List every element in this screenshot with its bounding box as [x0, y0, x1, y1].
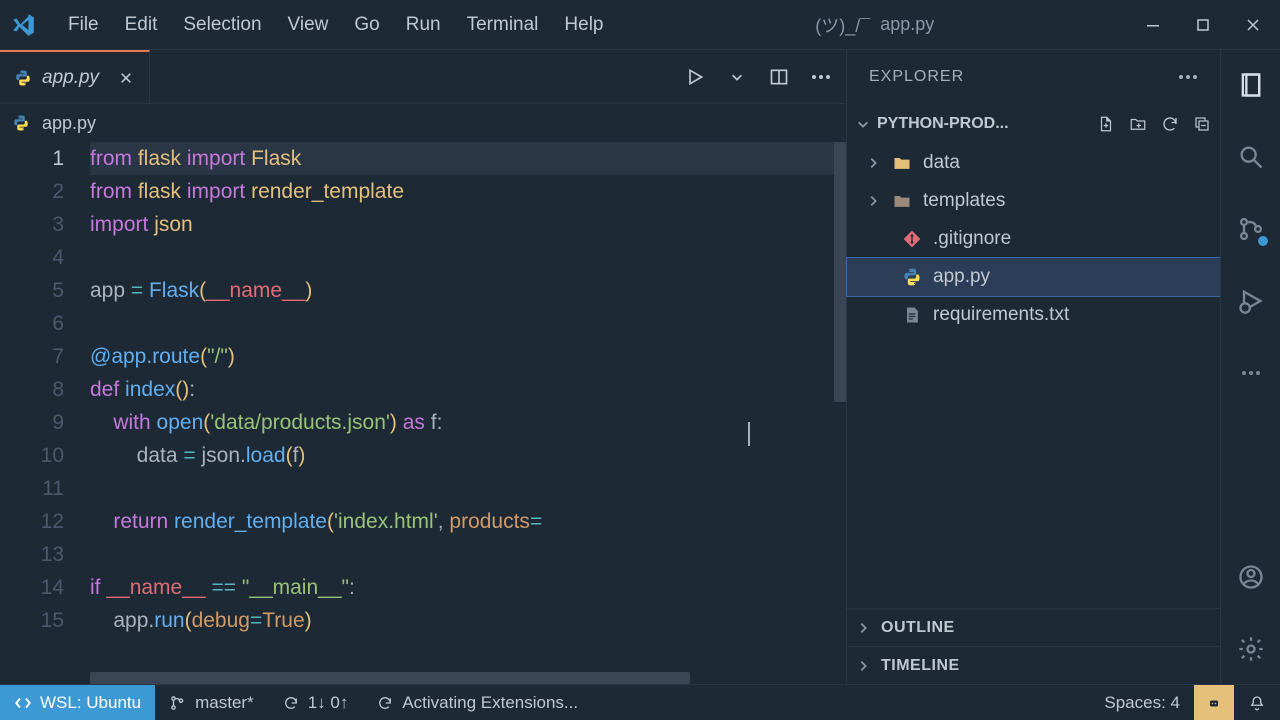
file-tree: data templates .gitignore app.py requirement… [847, 144, 1220, 334]
menu-go[interactable]: Go [350, 10, 383, 40]
breadcrumb[interactable]: app.py [0, 104, 846, 142]
split-editor-icon[interactable] [768, 66, 790, 88]
titlebar: File Edit Selection View Go Run Terminal… [0, 0, 1280, 50]
tree-item--gitignore[interactable]: .gitignore [847, 220, 1220, 258]
scm-badge [1256, 234, 1270, 248]
menu-view[interactable]: View [284, 10, 333, 40]
folder-yellow-icon [891, 152, 913, 174]
close-button[interactable] [1242, 14, 1264, 36]
new-folder-icon[interactable] [1128, 114, 1148, 134]
new-file-icon[interactable] [1096, 114, 1116, 134]
chevron-right-icon [865, 194, 881, 208]
tabs-row: app.py [0, 50, 846, 104]
outline-panel-header[interactable]: OUTLINE [847, 608, 1220, 646]
chevron-down-icon [855, 117, 871, 131]
run-button[interactable] [684, 66, 706, 88]
python-icon [14, 69, 32, 87]
window-title: (ツ)_/¯ app.py [815, 12, 934, 38]
run-debug-activity-icon[interactable] [1234, 284, 1268, 318]
tree-item-label: data [923, 152, 960, 174]
text-cursor [748, 422, 750, 446]
spaces-indicator[interactable]: Spaces: 4 [1090, 685, 1194, 720]
explorer-title: EXPLORER [869, 68, 964, 86]
tree-item-label: .gitignore [933, 228, 1011, 250]
vscode-logo-icon [10, 12, 36, 38]
menu-terminal[interactable]: Terminal [463, 10, 543, 40]
tab-label: app.py [42, 67, 99, 89]
tree-item-requirements-txt[interactable]: requirements.txt [847, 296, 1220, 334]
source-control-activity-icon[interactable] [1234, 212, 1268, 246]
tree-item-app-py[interactable]: app.py [847, 258, 1220, 296]
search-activity-icon[interactable] [1234, 140, 1268, 174]
explorer-sidebar: EXPLORER PYTHON-PROD... data templates .gi… [846, 50, 1220, 684]
chevron-right-icon [865, 156, 881, 170]
maximize-button[interactable] [1192, 14, 1214, 36]
editor-pane: app.py app.py 123456789101112131415 from… [0, 50, 846, 684]
python-icon [12, 114, 30, 132]
extensions-activity-icon[interactable] [1234, 356, 1268, 390]
account-activity-icon[interactable] [1234, 560, 1268, 594]
refresh-icon[interactable] [1160, 114, 1180, 134]
project-name: PYTHON-PROD... [877, 115, 1009, 133]
text-icon [901, 304, 923, 326]
statusbar: WSL: Ubuntu master* 1↓ 0↑ Activating Ext… [0, 684, 1280, 720]
tab-close-icon[interactable] [117, 69, 135, 87]
python-icon [901, 266, 923, 288]
line-gutter: 123456789101112131415 [0, 142, 90, 684]
tree-item-label: templates [923, 190, 1005, 212]
project-section-header[interactable]: PYTHON-PROD... [847, 104, 1220, 144]
git-branch[interactable]: master* [155, 685, 268, 720]
timeline-panel-header[interactable]: TIMELINE [847, 646, 1220, 684]
settings-activity-icon[interactable] [1234, 632, 1268, 666]
sync-status[interactable]: 1↓ 0↑ [268, 685, 363, 720]
git-icon [901, 228, 923, 250]
tree-item-templates[interactable]: templates [847, 182, 1220, 220]
menu-run[interactable]: Run [402, 10, 445, 40]
minimize-button[interactable] [1142, 14, 1164, 36]
menu-help[interactable]: Help [560, 10, 607, 40]
menu-selection[interactable]: Selection [179, 10, 265, 40]
tree-item-label: app.py [933, 266, 990, 288]
menu-file[interactable]: File [64, 10, 103, 40]
remote-indicator[interactable]: WSL: Ubuntu [0, 685, 155, 720]
more-actions-icon[interactable] [810, 66, 832, 88]
explorer-activity-icon[interactable] [1234, 68, 1268, 102]
run-dropdown-icon[interactable] [726, 66, 748, 88]
menu-edit[interactable]: Edit [121, 10, 162, 40]
code-editor[interactable]: 123456789101112131415 from flask import … [0, 142, 846, 684]
activity-bar [1220, 50, 1280, 684]
vertical-scrollbar[interactable] [834, 142, 846, 402]
tab-app-py[interactable]: app.py [0, 50, 150, 103]
breadcrumb-label: app.py [42, 113, 96, 134]
notifications-icon[interactable] [1234, 685, 1280, 720]
tree-item-data[interactable]: data [847, 144, 1220, 182]
activating-extensions[interactable]: Activating Extensions... [362, 685, 592, 720]
chevron-right-icon [855, 621, 871, 635]
chevron-right-icon [855, 659, 871, 673]
folder-gray-icon [891, 190, 913, 212]
tree-item-label: requirements.txt [933, 304, 1069, 326]
horizontal-scrollbar[interactable] [90, 672, 690, 684]
explorer-more-icon[interactable] [1178, 74, 1198, 80]
copilot-indicator[interactable] [1194, 685, 1234, 720]
collapse-all-icon[interactable] [1192, 114, 1212, 134]
